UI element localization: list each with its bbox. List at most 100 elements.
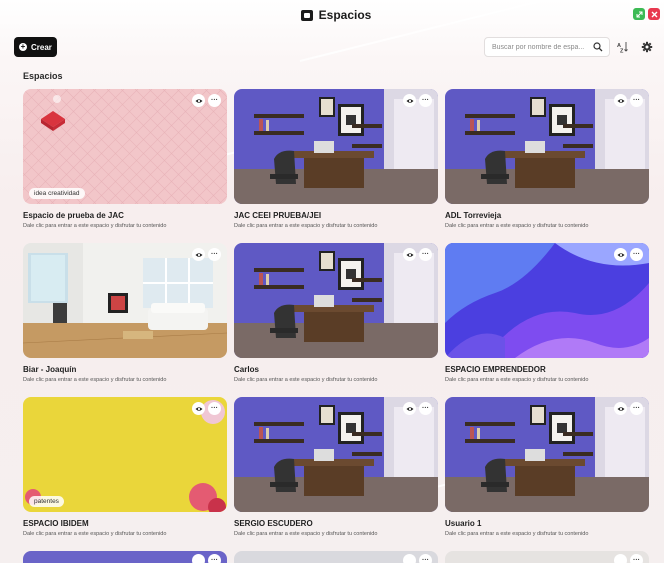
ellipsis-icon: ··· bbox=[422, 405, 429, 412]
space-title: ESPACIO IBIDEM bbox=[23, 519, 89, 528]
search-icon[interactable] bbox=[593, 42, 603, 52]
search-box[interactable] bbox=[484, 37, 610, 57]
eye-icon bbox=[195, 406, 202, 411]
svg-text:Z: Z bbox=[620, 49, 624, 54]
toolbar: + Crear A Z bbox=[0, 33, 664, 61]
more-options-button[interactable]: ··· bbox=[419, 402, 432, 415]
space-description: Dale clic para entrar a este espacio y d… bbox=[23, 531, 167, 537]
space-title: Espacio de prueba de JAC bbox=[23, 211, 124, 220]
space-card[interactable]: ··· Usuario 1 Dale clic para entrar a este… bbox=[445, 397, 649, 537]
window-title: Espacios bbox=[318, 8, 372, 22]
sort-az-icon[interactable]: A Z bbox=[617, 41, 629, 53]
preview-button[interactable] bbox=[614, 94, 627, 107]
eye-icon bbox=[195, 98, 202, 103]
space-thumbnail[interactable]: ··· bbox=[445, 243, 649, 358]
eye-icon bbox=[617, 406, 624, 411]
preview-button[interactable] bbox=[403, 248, 416, 261]
space-card-partial[interactable]: ··· bbox=[234, 551, 438, 563]
space-tag: patentes bbox=[29, 496, 64, 507]
create-button[interactable]: + Crear bbox=[14, 37, 57, 57]
eye-icon bbox=[406, 406, 413, 411]
app-window: Espacios + Crear A Z bbox=[0, 0, 664, 563]
space-description: Dale clic para entrar a este espacio y d… bbox=[445, 531, 589, 537]
preview-button[interactable] bbox=[403, 554, 416, 563]
more-options-button[interactable]: ··· bbox=[419, 94, 432, 107]
eye-icon bbox=[617, 252, 624, 257]
space-thumbnail[interactable]: ··· patentes bbox=[23, 397, 227, 512]
search-input[interactable] bbox=[492, 43, 587, 51]
space-description: Dale clic para entrar a este espacio y d… bbox=[234, 223, 378, 229]
space-title: ESPACIO EMPRENDEDOR bbox=[445, 365, 546, 374]
maximize-button[interactable] bbox=[633, 8, 645, 20]
ellipsis-icon: ··· bbox=[211, 405, 218, 412]
create-label: Crear bbox=[31, 42, 52, 52]
preview-button[interactable] bbox=[614, 248, 627, 261]
plus-icon: + bbox=[19, 42, 27, 51]
space-description: Dale clic para entrar a este espacio y d… bbox=[23, 223, 167, 229]
space-description: Dale clic para entrar a este espacio y d… bbox=[234, 531, 378, 537]
space-title: Biar - Joaquín bbox=[23, 365, 77, 374]
preview-button[interactable] bbox=[192, 248, 205, 261]
ellipsis-icon: ··· bbox=[633, 251, 640, 258]
space-card-partial[interactable]: ··· bbox=[445, 551, 649, 563]
space-thumbnail: ··· bbox=[445, 551, 649, 563]
app-icon bbox=[300, 9, 313, 21]
more-options-button[interactable]: ··· bbox=[419, 248, 432, 261]
preview-button[interactable] bbox=[192, 94, 205, 107]
preview-button[interactable] bbox=[614, 554, 627, 563]
preview-button[interactable] bbox=[403, 94, 416, 107]
space-card[interactable]: ··· patentes ESPACIO IBIDEM Dale clic para … bbox=[23, 397, 227, 537]
more-options-button[interactable]: ··· bbox=[630, 554, 643, 563]
preview-button[interactable] bbox=[192, 402, 205, 415]
close-button[interactable] bbox=[648, 8, 660, 20]
space-thumbnail[interactable]: ··· idea creatividad bbox=[23, 89, 227, 204]
space-thumbnail: ··· bbox=[23, 551, 227, 563]
space-title: SERGIO ESCUDERO bbox=[234, 519, 313, 528]
space-thumbnail[interactable]: ··· bbox=[23, 243, 227, 358]
ellipsis-icon: ··· bbox=[422, 251, 429, 258]
space-card[interactable]: ··· Carlos Dale clic para entrar a este es… bbox=[234, 243, 438, 383]
space-tag: idea creatividad bbox=[29, 188, 85, 199]
expand-icon bbox=[636, 11, 642, 17]
more-options-button[interactable]: ··· bbox=[630, 402, 643, 415]
title-bar: Espacios bbox=[8, 6, 664, 24]
space-description: Dale clic para entrar a este espacio y d… bbox=[445, 223, 589, 229]
ellipsis-icon: ··· bbox=[633, 97, 640, 104]
ellipsis-icon: ··· bbox=[422, 97, 429, 104]
eye-icon bbox=[617, 98, 624, 103]
space-thumbnail[interactable]: ··· bbox=[234, 89, 438, 204]
space-thumbnail[interactable]: ··· bbox=[234, 397, 438, 512]
space-title: Carlos bbox=[234, 365, 259, 374]
more-options-button[interactable]: ··· bbox=[208, 554, 221, 563]
more-options-button[interactable]: ··· bbox=[208, 94, 221, 107]
eye-icon bbox=[406, 252, 413, 257]
space-card[interactable]: ··· JAC CEEI PRUEBA/JEI Dale clic para ent… bbox=[234, 89, 438, 229]
space-card[interactable]: ··· SERGIO ESCUDERO Dale clic para entrar … bbox=[234, 397, 438, 537]
preview-button[interactable] bbox=[403, 402, 416, 415]
preview-button[interactable] bbox=[614, 402, 627, 415]
space-card[interactable]: ··· ADL Torrevieja Dale clic para entrar a… bbox=[445, 89, 649, 229]
space-description: Dale clic para entrar a este espacio y d… bbox=[445, 377, 589, 383]
space-title: ADL Torrevieja bbox=[445, 211, 502, 220]
ellipsis-icon: ··· bbox=[211, 97, 218, 104]
close-icon bbox=[651, 11, 657, 17]
ellipsis-icon: ··· bbox=[211, 251, 218, 258]
more-options-button[interactable]: ··· bbox=[208, 248, 221, 261]
space-card[interactable]: ··· idea creatividad Espacio de prueba de … bbox=[23, 89, 227, 229]
space-thumbnail[interactable]: ··· bbox=[234, 243, 438, 358]
space-card[interactable]: ··· ESPACIO EMPRENDEDOR Dale clic para ent… bbox=[445, 243, 649, 383]
preview-button[interactable] bbox=[192, 554, 205, 563]
space-card-partial[interactable]: ··· bbox=[23, 551, 227, 563]
space-thumbnail[interactable]: ··· bbox=[445, 397, 649, 512]
space-thumbnail[interactable]: ··· bbox=[445, 89, 649, 204]
more-options-button[interactable]: ··· bbox=[630, 248, 643, 261]
ellipsis-icon: ··· bbox=[633, 405, 640, 412]
gear-icon[interactable] bbox=[641, 41, 653, 53]
more-options-button[interactable]: ··· bbox=[630, 94, 643, 107]
more-options-button[interactable]: ··· bbox=[208, 402, 221, 415]
space-title: JAC CEEI PRUEBA/JEI bbox=[234, 211, 322, 220]
space-description: Dale clic para entrar a este espacio y d… bbox=[23, 377, 167, 383]
more-options-button[interactable]: ··· bbox=[419, 554, 432, 563]
space-card[interactable]: ··· Biar - Joaquín Dale clic para entrar a… bbox=[23, 243, 227, 383]
section-title: Espacios bbox=[23, 71, 63, 81]
